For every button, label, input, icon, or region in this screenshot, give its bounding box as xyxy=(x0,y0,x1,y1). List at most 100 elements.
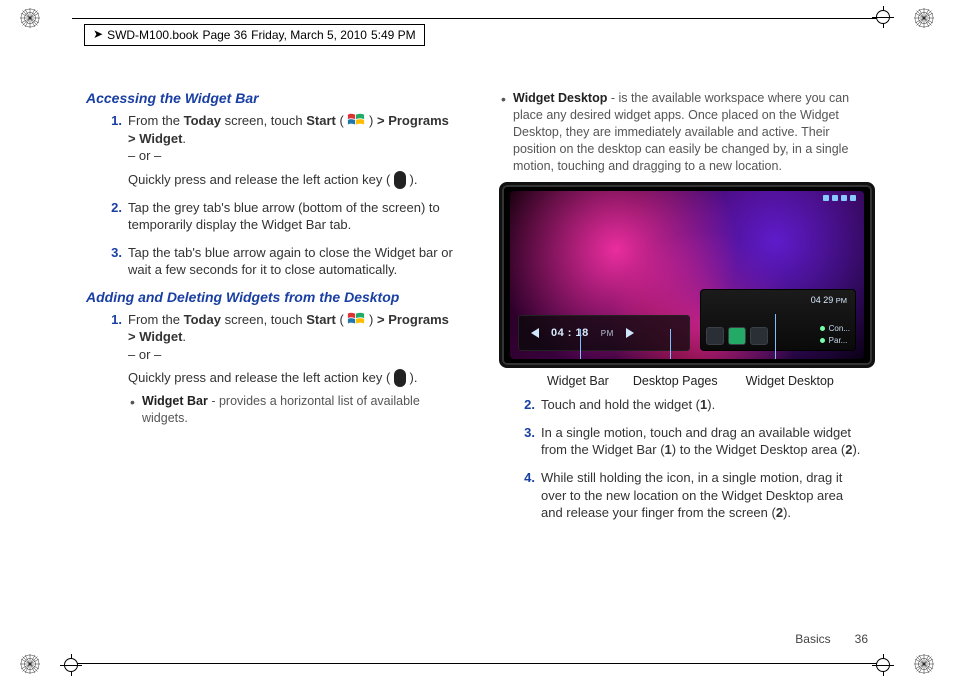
registration-crosshair-bl xyxy=(60,654,82,676)
bullet-icon xyxy=(820,326,825,331)
playbar-time: 04 : 18 xyxy=(551,327,589,339)
bottom-trim-rule xyxy=(72,663,882,664)
s1-step-2: 2. Tap the grey tab's blue arrow (bottom… xyxy=(128,199,455,234)
text: ). xyxy=(707,397,715,412)
status-icon xyxy=(841,195,847,201)
text: From the xyxy=(128,113,184,128)
start-label: Start xyxy=(306,312,336,327)
text: Quickly press and release the left actio… xyxy=(128,172,394,187)
s1-step-3: 3. Tap the tab's blue arrow again to clo… xyxy=(128,244,455,279)
runhead-page: Page 36 xyxy=(202,28,247,42)
or-separator: – or – xyxy=(128,346,455,364)
section-title-adding: Adding and Deleting Widgets from the Des… xyxy=(86,289,455,305)
windows-flag-icon xyxy=(347,311,365,327)
footer-page: 36 xyxy=(855,632,868,646)
ref-2: 2 xyxy=(776,505,783,520)
section-title-accessing: Accessing the Widget Bar xyxy=(86,90,455,106)
action-key-line: Quickly press and release the left actio… xyxy=(128,171,455,189)
text: Touch and hold the widget ( xyxy=(541,397,700,412)
widget-bar-definition: Widget Bar - provides a horizontal list … xyxy=(142,393,455,427)
s1-step-1: 1. From the Today screen, touch Start ( … xyxy=(128,112,455,189)
phone-illustration: 04 : 18 PM 04 29 PM Con... Par... xyxy=(499,182,868,388)
dock-time-value: 04 29 xyxy=(811,295,834,305)
dock-time: 04 29 PM xyxy=(811,295,847,305)
registration-rosette-tr xyxy=(914,8,934,28)
or-separator: – or – xyxy=(128,147,455,165)
phone-screen: 04 : 18 PM 04 29 PM Con... Par... xyxy=(510,191,864,359)
playbar-ampm: PM xyxy=(601,329,614,338)
windows-flag-icon xyxy=(347,112,365,128)
dock-status-lines: Con... Par... xyxy=(820,324,850,345)
dock-chip-icon xyxy=(750,327,768,345)
bullet-icon xyxy=(820,338,825,343)
start-label: Start xyxy=(306,113,336,128)
text: While still holding the icon, in a singl… xyxy=(541,470,843,520)
text: ). xyxy=(410,370,418,385)
text: ( xyxy=(336,113,348,128)
page-cursor-icon: ➤ xyxy=(93,27,103,41)
today-label: Today xyxy=(184,312,221,327)
text: ) to the Widget Desktop area ( xyxy=(672,442,845,457)
step-number: 2. xyxy=(511,396,535,414)
left-action-key-icon xyxy=(394,369,406,387)
phone-frame: 04 : 18 PM 04 29 PM Con... Par... xyxy=(499,182,875,368)
r-step-4: 4. While still holding the icon, in a si… xyxy=(541,469,868,522)
term-widget-desktop: Widget Desktop xyxy=(513,91,607,105)
step-number: 3. xyxy=(511,424,535,442)
right-column: Widget Desktop - is the available worksp… xyxy=(499,90,868,616)
step-number: 1. xyxy=(98,112,122,130)
status-icon xyxy=(823,195,829,201)
step-number: 4. xyxy=(511,469,535,487)
caption-widget-bar: Widget Bar xyxy=(547,374,609,388)
s2-step-1: 1. From the Today screen, touch Start ( … xyxy=(128,311,455,427)
left-column: Accessing the Widget Bar 1. From the Tod… xyxy=(86,90,455,616)
illustration-captions: Widget Bar Desktop Pages Widget Desktop xyxy=(499,374,869,388)
dock-time-ampm: PM xyxy=(836,296,847,305)
r-step-3: 3. In a single motion, touch and drag an… xyxy=(541,424,868,459)
action-key-line: Quickly press and release the left actio… xyxy=(128,369,455,387)
text: screen, touch xyxy=(221,113,306,128)
text: ). xyxy=(783,505,791,520)
dock-chip-icon xyxy=(728,327,746,345)
dock-line-2: Par... xyxy=(829,336,848,345)
status-icon xyxy=(850,195,856,201)
callout-line xyxy=(580,329,581,359)
dock-icons xyxy=(706,327,768,345)
text: . xyxy=(182,329,186,344)
registration-rosette-bl xyxy=(20,654,40,674)
prev-icon xyxy=(529,327,541,339)
today-label: Today xyxy=(184,113,221,128)
dock-chip-icon xyxy=(706,327,724,345)
dock-line-1: Con... xyxy=(829,324,850,333)
registration-crosshair-tr xyxy=(872,6,894,28)
next-icon xyxy=(624,327,636,339)
step-number: 1. xyxy=(98,311,122,329)
widget-bar-playbar: 04 : 18 PM xyxy=(518,315,690,351)
text: Quickly press and release the left actio… xyxy=(128,370,394,385)
registration-crosshair-br xyxy=(872,654,894,676)
text: Tap the tab's blue arrow again to close … xyxy=(128,245,453,278)
text: ) xyxy=(369,113,377,128)
caption-widget-desktop: Widget Desktop xyxy=(746,374,834,388)
text: From the xyxy=(128,312,184,327)
text: . xyxy=(182,131,186,146)
phone-status-icons xyxy=(823,195,856,201)
widget-desktop-definition: Widget Desktop - is the available worksp… xyxy=(513,90,868,174)
text: ). xyxy=(852,442,860,457)
text: ( xyxy=(336,312,348,327)
runhead-date: Friday, March 5, 2010 xyxy=(251,28,367,42)
caption-desktop-pages: Desktop Pages xyxy=(633,374,718,388)
text: screen, touch xyxy=(221,312,306,327)
footer-section: Basics xyxy=(795,632,830,646)
runhead-book: SWD-M100.book xyxy=(107,28,198,42)
registration-rosette-br xyxy=(914,654,934,674)
page-footer: Basics 36 xyxy=(795,632,868,646)
left-action-key-icon xyxy=(394,171,406,189)
status-icon xyxy=(832,195,838,201)
ref-1: 1 xyxy=(665,442,672,457)
callout-line xyxy=(670,329,671,359)
step-number: 2. xyxy=(98,199,122,217)
text: ). xyxy=(410,172,418,187)
text: Tap the grey tab's blue arrow (bottom of… xyxy=(128,200,440,233)
runhead-time: 5:49 PM xyxy=(371,28,416,42)
